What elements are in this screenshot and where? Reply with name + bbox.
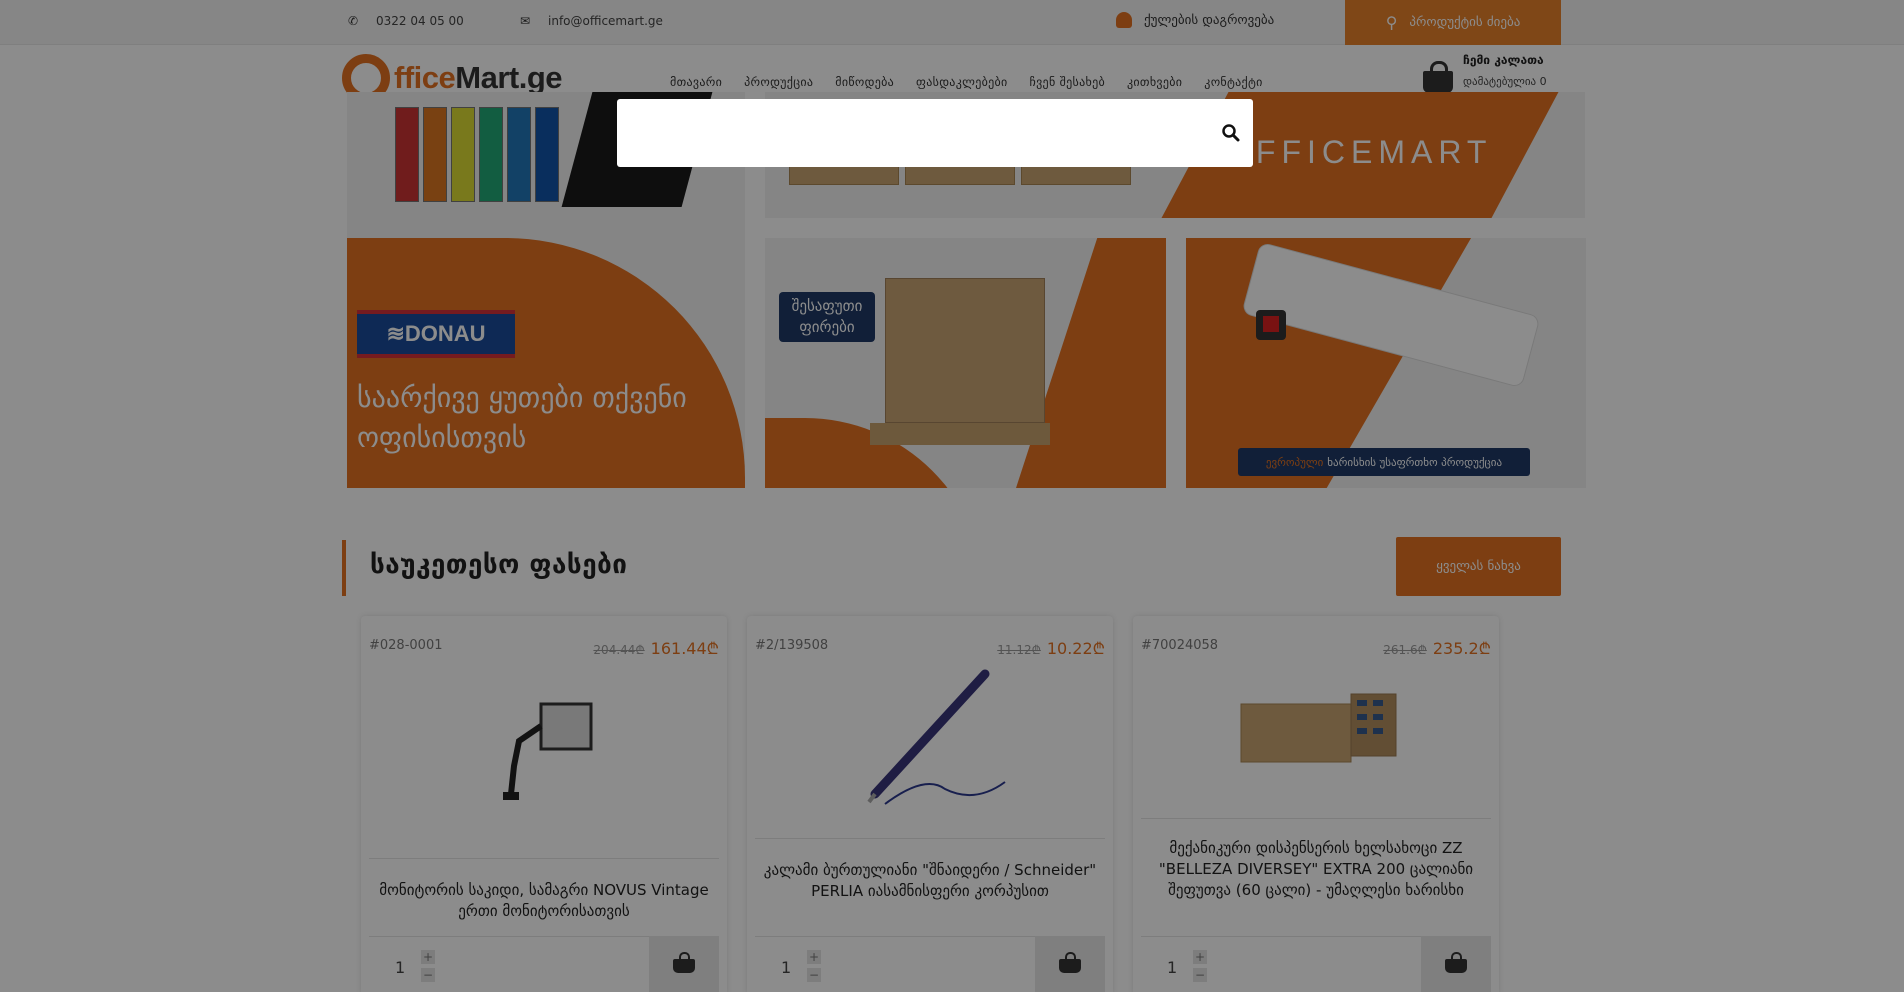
search-icon[interactable] <box>1221 123 1241 143</box>
search-input[interactable] <box>629 113 1189 153</box>
search-modal <box>617 99 1253 167</box>
